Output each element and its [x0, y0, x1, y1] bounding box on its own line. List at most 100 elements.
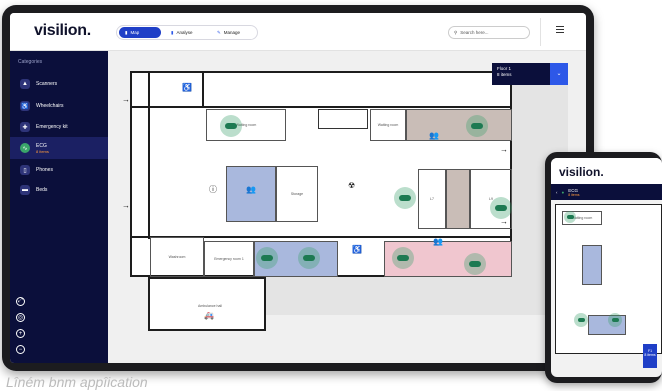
blue-room[interactable]: [226, 166, 276, 222]
phone-map[interactable]: Waiting room: [555, 204, 662, 354]
taupe-room-2[interactable]: [446, 169, 470, 229]
info-icon: ⓘ: [209, 185, 217, 194]
wall: [130, 106, 512, 108]
sidebar-item-ecg[interactable]: ∿ ECG 8 items: [10, 137, 108, 159]
phone-floor-selector[interactable]: F1 8 items: [643, 344, 657, 368]
washroom[interactable]: Washroom: [150, 237, 204, 277]
sidebar-item-phones[interactable]: ▯ Phones: [10, 161, 108, 179]
ecg-device-icon: [495, 205, 507, 211]
tablet-device: visilion. ▮ Map ▮ Analyse ✎ Manage ⚲ Sea…: [2, 5, 594, 371]
entrance-arrow-icon: →: [122, 201, 130, 210]
wheelchair-icon: ♿: [182, 83, 192, 92]
ecg-marker[interactable]: [490, 197, 512, 219]
tab-map[interactable]: ▮ Map: [119, 27, 161, 38]
phone-floor-count: 8 items: [644, 353, 656, 357]
floor-selector[interactable]: Floor 1 8 items ⌄: [492, 63, 568, 85]
sidebar-item-wheelchairs[interactable]: ♿ Wheelchairs: [10, 97, 108, 115]
ecg-device-icon: [261, 255, 273, 261]
phone-blue-room: [582, 245, 602, 285]
sidebar: Categories ▲ Scanners ♿ Wheelchairs ✚ Em…: [10, 51, 108, 363]
phone-logo: visilion.: [559, 165, 604, 179]
people-icon: 👥: [246, 185, 256, 194]
ecg-count: 8 items: [36, 148, 49, 154]
ecg-icon: ●: [561, 189, 565, 195]
search-input[interactable]: ⚲ Search here...: [448, 26, 530, 39]
ecg-marker[interactable]: [466, 115, 488, 137]
people-icon: 👥: [433, 237, 443, 246]
wall: [202, 71, 204, 107]
first-aid-icon: ✚: [20, 122, 30, 132]
ecg-device-icon: [469, 261, 481, 267]
zoom-in-icon[interactable]: +: [16, 329, 25, 338]
ecg-device-icon: [611, 318, 619, 322]
ecg-marker[interactable]: [256, 247, 278, 269]
top-bar: visilion. ▮ Map ▮ Analyse ✎ Manage ⚲ Sea…: [10, 13, 586, 51]
expand-icon[interactable]: ⤢: [16, 297, 25, 306]
storage-room[interactable]: Storage: [276, 166, 318, 222]
people-icon: 👥: [429, 131, 439, 140]
sidebar-item-scanners[interactable]: ▲ Scanners: [10, 75, 108, 93]
ecg-device-icon: [399, 195, 411, 201]
menu-icon[interactable]: [556, 26, 564, 33]
waiting-room-2[interactable]: Waiting room: [370, 109, 406, 141]
taupe-rooms[interactable]: [406, 109, 512, 141]
ecg-marker[interactable]: [394, 187, 416, 209]
phone-device: visilion. ‹ ● ECG 8 items Waiting room F…: [545, 152, 662, 383]
chevron-down-icon[interactable]: ⌄: [550, 63, 568, 85]
search-icon: ⚲: [454, 29, 458, 35]
ecg-device-icon: [566, 215, 574, 219]
ecg-device-icon: [225, 123, 237, 129]
sidebar-item-beds[interactable]: ▬ Beds: [10, 181, 108, 199]
app-logo: visilion.: [34, 22, 91, 39]
tab-analyse[interactable]: ▮ Analyse: [165, 27, 209, 38]
exit-arrow-icon: →: [500, 145, 508, 154]
ecg-marker[interactable]: [608, 313, 622, 327]
nav-tabs: ▮ Map ▮ Analyse ✎ Manage: [116, 25, 258, 40]
ecg-marker[interactable]: [298, 247, 320, 269]
sidebar-item-emergency-kit[interactable]: ✚ Emergency kit: [10, 118, 108, 136]
exit-arrow-icon: →: [500, 217, 508, 226]
wheelchair-icon: ♿: [352, 245, 362, 254]
entrance-arrow-icon: →: [122, 95, 130, 104]
ecg-marker[interactable]: [564, 211, 576, 223]
map-icon: ▮: [125, 29, 128, 35]
washroom-stalls: [318, 109, 368, 129]
radiation-icon: ☢: [348, 181, 356, 190]
ecg-marker[interactable]: [392, 247, 414, 269]
phone-category-group: ECG 8 items: [568, 188, 579, 197]
phone-category-count: 8 items: [568, 192, 580, 197]
bed-icon: ▬: [20, 185, 30, 195]
phone-icon: ▯: [20, 165, 30, 175]
scanner-icon: ▲: [20, 79, 30, 89]
locate-icon[interactable]: ◎: [16, 313, 25, 322]
ambulance-icon: 🚑: [204, 311, 214, 320]
chevron-left-icon[interactable]: ‹: [556, 190, 558, 195]
chart-icon: ▮: [171, 29, 174, 35]
ecg-device-icon: [577, 318, 585, 322]
wall: [148, 71, 150, 239]
sidebar-title: Categories: [18, 59, 43, 65]
ecg-marker[interactable]: [464, 253, 486, 275]
wheelchair-icon: ♿: [20, 101, 30, 111]
ecg-label-group: ECG 8 items: [36, 143, 49, 154]
emergency-room[interactable]: Emergency room 1: [204, 241, 254, 277]
floor-map[interactable]: Waiting room Waiting room Storage L7 L9 …: [108, 51, 586, 363]
tablet-screen: visilion. ▮ Map ▮ Analyse ✎ Manage ⚲ Sea…: [10, 13, 586, 363]
phone-category: ECG: [568, 187, 578, 193]
room-l7[interactable]: L7: [418, 169, 446, 229]
ecg-label: ECG: [36, 142, 47, 149]
phone-category-bar[interactable]: ‹ ● ECG 8 items: [551, 184, 662, 200]
ecg-marker[interactable]: [220, 115, 242, 137]
ecg-device-icon: [471, 123, 483, 129]
divider: [540, 18, 541, 46]
ecg-marker[interactable]: [574, 313, 588, 327]
ecg-device-icon: [397, 255, 409, 261]
ecg-device-icon: [303, 255, 315, 261]
ecg-icon: ∿: [20, 143, 30, 153]
zoom-out-icon[interactable]: −: [16, 345, 25, 354]
caption-text: Lîném bnm appîication: [6, 374, 148, 390]
tab-manage[interactable]: ✎ Manage: [211, 27, 255, 38]
wrench-icon: ✎: [217, 29, 221, 35]
waiting-room[interactable]: Waiting room: [206, 109, 286, 141]
phone-top-bar: visilion.: [551, 158, 662, 184]
